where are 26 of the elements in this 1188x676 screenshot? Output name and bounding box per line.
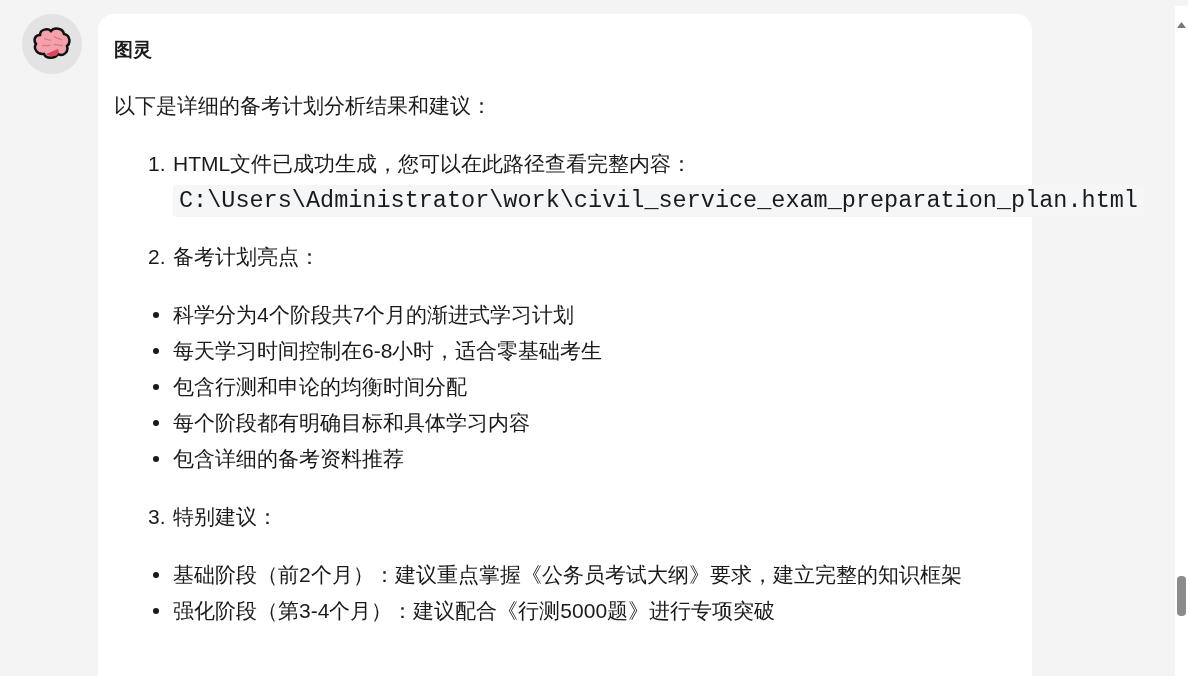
sender-name: 图灵 [114, 38, 153, 62]
section-title: 特别建议： [173, 504, 278, 530]
bullet-icon [153, 348, 159, 354]
bullet-icon [153, 384, 159, 390]
bullet-text: 每天学习时间控制在6-8小时，适合零基础考生 [173, 338, 603, 364]
bullet-icon [153, 312, 159, 318]
scroll-thumb[interactable] [1177, 576, 1186, 616]
bullet-text: 每个阶段都有明确目标和具体学习内容 [173, 410, 530, 436]
brain-icon [32, 27, 72, 61]
bullet-icon [153, 608, 159, 614]
section-title: HTML文件已成功生成，您可以在此路径查看完整内容： [173, 151, 693, 177]
section-title: 备考计划亮点： [173, 244, 320, 270]
bullet-icon [153, 456, 159, 462]
intro-text: 以下是详细的备考计划分析结果和建议： [114, 93, 493, 119]
list-number: 1. [148, 151, 167, 177]
list-number: 2. [148, 244, 167, 270]
scroll-up-icon[interactable] [1177, 22, 1186, 28]
bullet-text: 包含详细的备考资料推荐 [173, 446, 404, 472]
bullet-text: 强化阶段（第3-4个月）：建议配合《行测5000题》进行专项突破 [173, 598, 776, 624]
bullet-icon [153, 572, 159, 578]
file-path: C:\Users\Administrator\work\civil_service_exam_preparation_plan.html [173, 185, 1144, 217]
bullet-text: 基础阶段（前2个月）：建议重点掌握《公务员考试大纲》要求，建立完整的知识框架 [173, 562, 962, 588]
bullet-text: 科学分为4个阶段共7个月的渐进式学习计划 [173, 302, 575, 328]
list-number: 3. [148, 504, 167, 530]
bullet-text: 包含行测和申论的均衡时间分配 [173, 374, 467, 400]
bullet-icon [153, 420, 159, 426]
